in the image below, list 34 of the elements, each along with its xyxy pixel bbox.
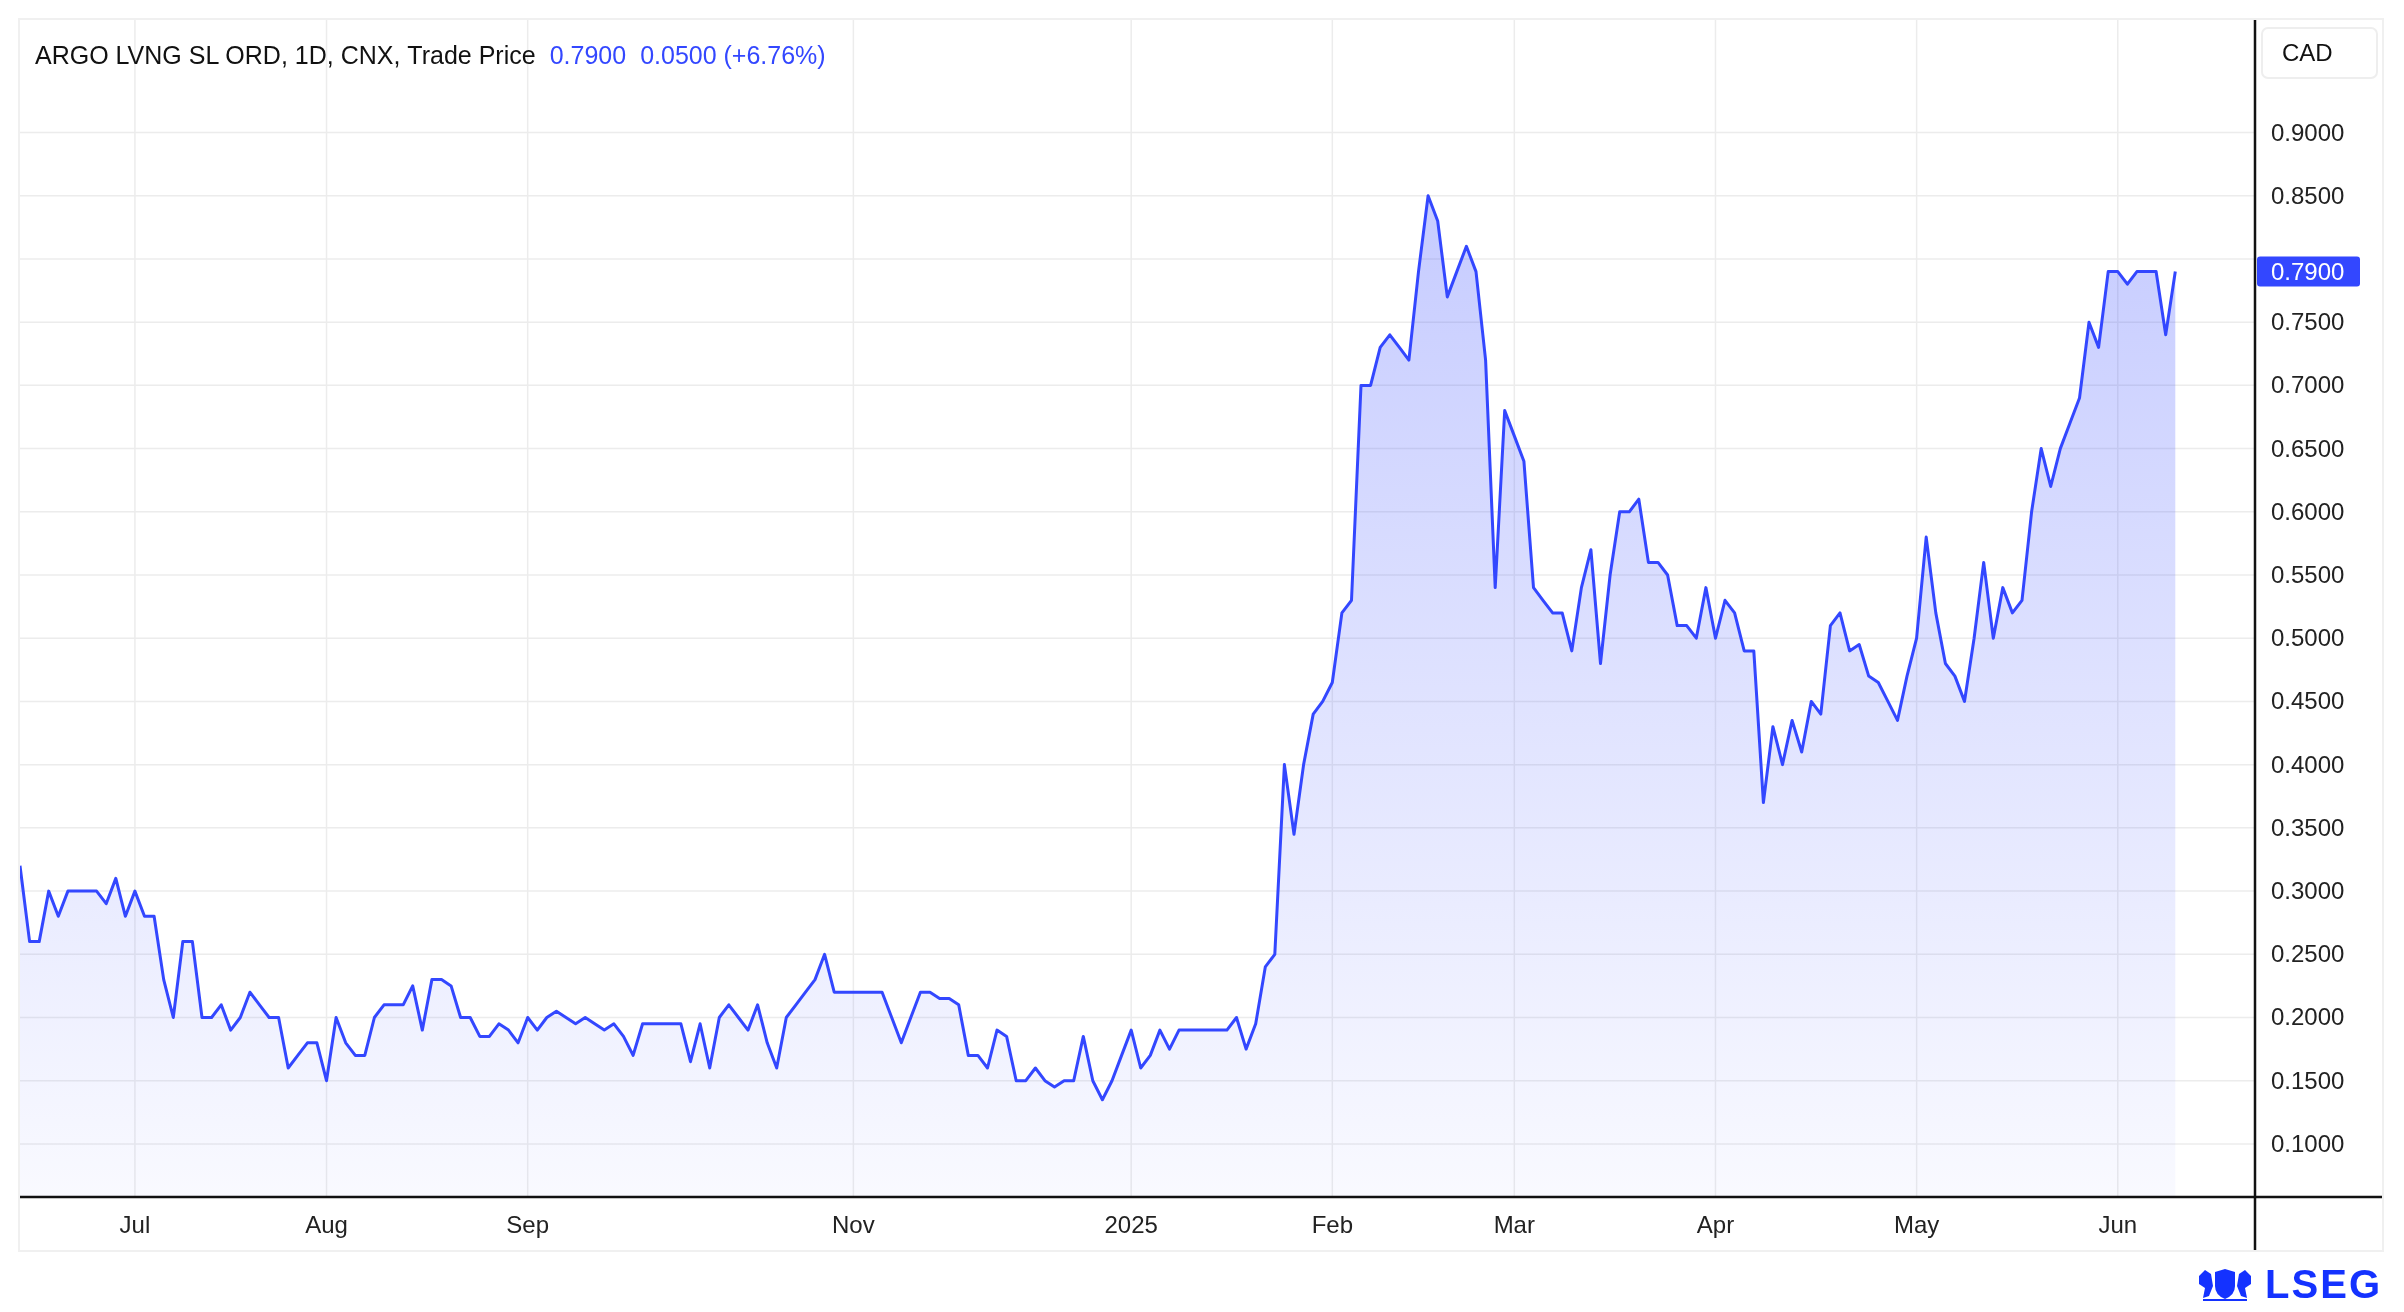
axis-label: 0.8500 xyxy=(2271,181,2345,209)
price-badge: 0.7900 xyxy=(2257,256,2360,287)
axis-label: Feb xyxy=(1311,1211,1353,1238)
axis-label: 2025 xyxy=(1104,1211,1158,1238)
price-change: 0.0500 (+6.76%) xyxy=(640,41,826,69)
axis-label: Nov xyxy=(832,1211,875,1238)
axis-label: 0.7500 xyxy=(2271,308,2345,336)
axis-label: 0.5000 xyxy=(2271,624,2345,652)
crest-icon xyxy=(2197,1266,2254,1302)
axis-label: 0.3000 xyxy=(2271,877,2345,905)
axis-label: Jun xyxy=(2098,1211,2138,1238)
axis-label: May xyxy=(1893,1211,1940,1238)
series-name: Trade Price xyxy=(407,41,536,69)
axis-label: 0.9000 xyxy=(2271,118,2345,146)
axis-label: 0.4500 xyxy=(2271,687,2345,715)
axis-label: 0.7000 xyxy=(2271,371,2345,399)
axis-label: Apr xyxy=(1696,1211,1735,1238)
axis-label: Aug xyxy=(305,1211,348,1238)
axis-label: 0.2000 xyxy=(2271,1003,2345,1031)
currency-label: CAD xyxy=(2261,27,2378,79)
axis-label: 0.2500 xyxy=(2271,940,2345,968)
axis-label: 0.6500 xyxy=(2271,434,2345,462)
axis-label: 0.1000 xyxy=(2271,1129,2345,1157)
axis-label: 0.3500 xyxy=(2271,813,2345,841)
axis-label: 0.6000 xyxy=(2271,497,2345,525)
axis-label: 0.1500 xyxy=(2271,1066,2345,1094)
axis-label: Jul xyxy=(119,1211,151,1238)
axis-label: 0.5500 xyxy=(2271,561,2345,588)
last-price: 0.7900 xyxy=(549,41,627,69)
chart-title: ARGO LVNG SL ORD, 1D, CNX, xyxy=(35,41,401,69)
axis-label: 0.4000 xyxy=(2271,750,2345,778)
axis-label: Mar xyxy=(1493,1211,1535,1238)
axis-label: Sep xyxy=(506,1211,550,1238)
logo-text: LSEG xyxy=(2265,1264,2382,1304)
